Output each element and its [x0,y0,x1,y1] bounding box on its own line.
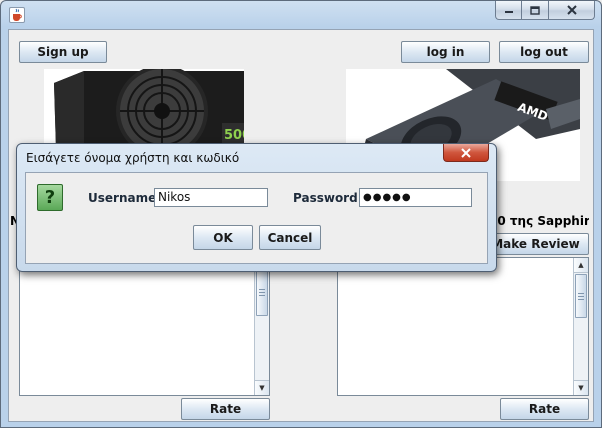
scroll-down-arrow[interactable]: ▼ [574,380,588,395]
ok-button[interactable]: OK [193,225,253,250]
scroll-up-arrow[interactable]: ▲ [574,258,588,273]
login-dialog: Εισάγετε όνομα χρήστη και κωδικό ? Usern… [16,143,497,272]
close-button[interactable] [549,1,595,20]
minimize-icon [504,11,513,13]
password-field[interactable]: ●●●●● [359,188,472,207]
product-image-psu: 500 [44,69,244,149]
java-cup-icon[interactable] [9,7,25,23]
signup-button[interactable]: Sign up [19,41,107,63]
password-label: Password: [293,191,363,205]
minimize-button[interactable] [495,1,522,20]
dialog-title: Εισάγετε όνομα χρήστη και κωδικό [26,151,240,165]
dialog-close-button[interactable] [443,144,489,162]
title-bar[interactable] [1,1,601,28]
cancel-button[interactable]: Cancel [259,225,321,250]
username-label: Username: [88,191,162,205]
maximize-icon [530,5,540,15]
left-scrollbar[interactable]: ▼ [254,258,269,395]
dialog-body: ? Username: Nikos Password: ●●●●● OK Can… [25,172,488,264]
login-button[interactable]: log in [401,41,490,63]
scroll-down-arrow[interactable]: ▼ [255,380,269,395]
make-review-button[interactable]: Make Review [482,233,589,255]
power-supply-image: 500 [44,69,244,149]
close-icon [461,147,471,158]
right-scrollbar[interactable]: ▲ ▼ [573,258,588,395]
scroll-thumb[interactable] [256,268,268,316]
question-icon: ? [37,184,63,211]
scroll-thumb[interactable] [575,274,587,318]
logout-button[interactable]: log out [499,41,589,63]
close-icon [566,5,577,15]
maximize-button[interactable] [522,1,549,20]
left-rate-button[interactable]: Rate [181,398,270,420]
right-rate-button[interactable]: Rate [500,398,589,420]
username-field[interactable]: Nikos [154,188,268,207]
svg-text:500: 500 [224,128,244,143]
left-review-area[interactable]: ▼ [19,257,270,396]
right-product-name: 70 της Sapphire [489,214,589,228]
right-review-area[interactable]: ▲ ▼ [337,257,589,396]
